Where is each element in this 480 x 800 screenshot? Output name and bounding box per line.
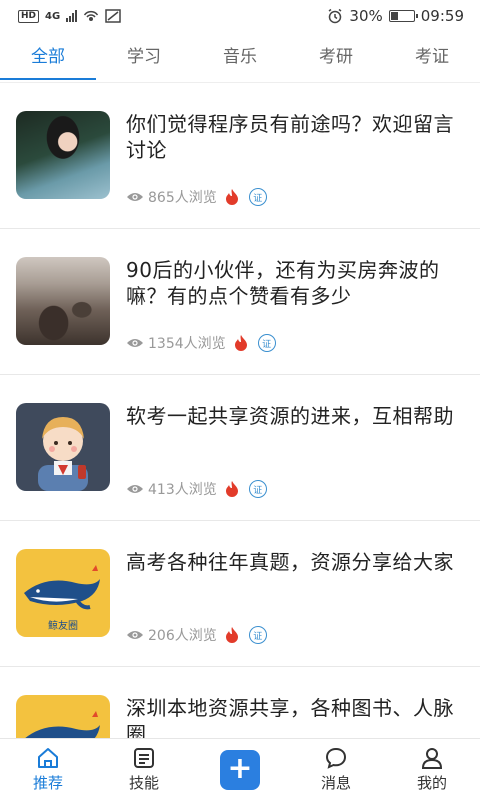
view-count: 865人浏览 — [148, 190, 217, 206]
nav-recommend[interactable]: 推荐 — [0, 746, 96, 793]
item-title: 软考一起共享资源的进来，互相帮助 — [126, 404, 454, 428]
list-item[interactable]: 深圳本地资源共享，各种图书、人脉圈 — [0, 667, 480, 739]
status-left: HD 4G — [18, 9, 121, 23]
list-item[interactable]: 你们觉得程序员有前途吗？欢迎留言讨论 865人浏览 证 — [0, 83, 480, 229]
skills-icon — [134, 748, 154, 768]
alarm-icon — [328, 8, 342, 24]
whale-logo-text: 鲸友圈 — [48, 619, 78, 632]
certified-badge-icon: 证 — [248, 626, 267, 644]
list-item[interactable]: 90后的小伙伴，还有为买房奔波的嘛？有的点个赞看有多少 1354人浏览 证 — [0, 229, 480, 375]
nav-messages[interactable]: 消息 — [288, 746, 384, 793]
certified-badge-icon: 证 — [248, 480, 267, 498]
clock-time: 09:59 — [420, 7, 464, 25]
nav-label: 技能 — [128, 774, 159, 792]
fire-icon — [234, 335, 247, 351]
view-count: 413人浏览 — [148, 482, 217, 498]
category-tabs: 全部 学习 音乐 考研 考证 — [0, 38, 480, 82]
hd-indicator: HD — [18, 9, 40, 23]
view-count: 1354人浏览 — [148, 336, 226, 352]
item-body: 软考一起共享资源的进来，互相帮助 413人浏览 证 — [126, 403, 464, 521]
whale-icon — [24, 711, 100, 739]
nav-profile[interactable]: 我的 — [384, 746, 480, 793]
tab-postgrad-exam[interactable]: 考研 — [288, 38, 384, 82]
signal-icon — [66, 10, 78, 22]
fire-icon — [225, 189, 238, 205]
status-right: 30% 09:59 — [327, 7, 464, 25]
profile-icon — [421, 748, 443, 769]
list-item[interactable]: 软考一起共享资源的进来，互相帮助 413人浏览 证 — [0, 375, 480, 521]
fire-icon — [225, 627, 238, 643]
certified-badge-icon: 证 — [248, 188, 267, 206]
view-count: 206人浏览 — [148, 628, 217, 644]
eye-icon — [127, 631, 143, 639]
item-meta: 413人浏览 证 — [126, 479, 267, 499]
post-feed[interactable]: 你们觉得程序员有前途吗？欢迎留言讨论 865人浏览 证 90后的小伙伴，还有为买… — [0, 83, 480, 739]
item-title: 深圳本地资源共享，各种图书、人脉圈 — [126, 696, 454, 739]
nav-skills[interactable]: 技能 — [96, 746, 192, 793]
item-meta: 865人浏览 证 — [126, 187, 267, 207]
tab-study[interactable]: 学习 — [96, 38, 192, 82]
nav-label: 消息 — [320, 774, 351, 792]
tab-music[interactable]: 音乐 — [192, 38, 288, 82]
item-meta: 1354人浏览 证 — [126, 333, 276, 353]
item-body: 你们觉得程序员有前途吗？欢迎留言讨论 865人浏览 证 — [126, 111, 464, 229]
item-body: 深圳本地资源共享，各种图书、人脉圈 — [126, 695, 464, 739]
nav-add[interactable]: + — [192, 749, 288, 790]
plus-icon[interactable]: + — [220, 749, 260, 790]
nav-label: 我的 — [416, 774, 447, 792]
battery-percent: 30% — [349, 7, 383, 25]
message-icon — [325, 747, 347, 769]
status-bar: HD 4G 30% 09:59 — [0, 0, 480, 32]
battery-icon — [388, 10, 418, 22]
tab-certification[interactable]: 考证 — [384, 38, 480, 82]
eye-icon — [127, 485, 143, 493]
item-title: 90后的小伙伴，还有为买房奔波的嘛？有的点个赞看有多少 — [126, 258, 440, 308]
item-title: 高考各种往年真题，资源分享给大家 — [126, 550, 454, 574]
eye-icon — [127, 339, 143, 347]
bottom-navigation: 推荐 技能 + 消息 我的 — [0, 738, 480, 800]
cartoon-boy-icon — [38, 417, 88, 491]
hotspot-icon — [84, 10, 99, 21]
network-type: 4G — [45, 10, 61, 22]
item-title: 你们觉得程序员有前途吗？欢迎留言讨论 — [126, 112, 454, 162]
nav-label: 推荐 — [32, 774, 63, 792]
fire-icon — [225, 481, 238, 497]
home-icon — [38, 748, 58, 768]
cartoon-avatar-thumbnail — [16, 403, 110, 491]
girl-photo-thumbnail — [16, 111, 110, 199]
whale-logo-thumbnail: 鲸友圈 — [16, 549, 110, 637]
item-body: 高考各种往年真题，资源分享给大家 206人浏览 证 — [126, 549, 464, 667]
tab-all[interactable]: 全部 — [0, 38, 96, 82]
whale-logo-thumbnail — [16, 695, 110, 739]
list-item[interactable]: 鲸友圈 高考各种往年真题，资源分享给大家 206人浏览 证 — [0, 521, 480, 667]
beach-photo-thumbnail — [16, 257, 110, 345]
whale-icon: 鲸友圈 — [24, 565, 100, 632]
item-body: 90后的小伙伴，还有为买房奔波的嘛？有的点个赞看有多少 1354人浏览 证 — [126, 257, 464, 375]
item-meta: 206人浏览 证 — [126, 625, 267, 645]
wifi-off-icon — [105, 9, 121, 23]
certified-badge-icon: 证 — [257, 334, 276, 352]
eye-icon — [127, 193, 143, 201]
